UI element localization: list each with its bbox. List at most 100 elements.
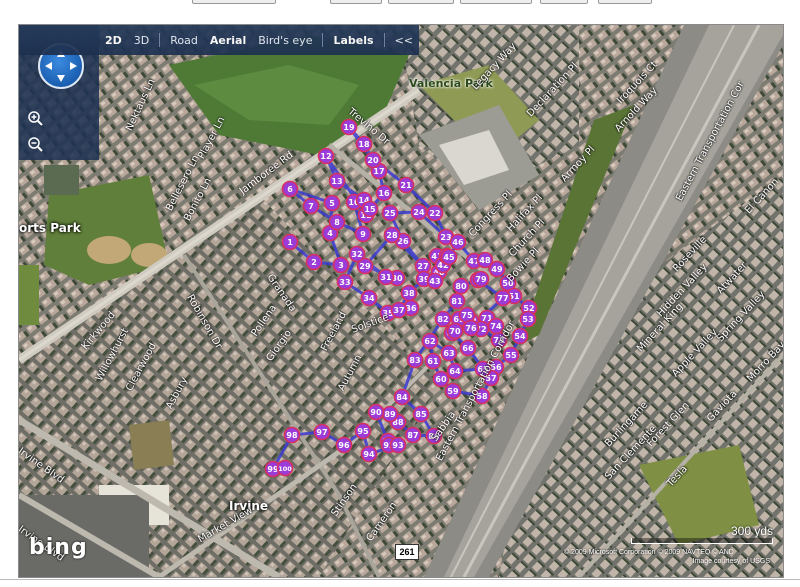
svg-text:33: 33 [339,278,350,287]
route-marker-94[interactable]: 94 [360,445,378,463]
route-marker-22[interactable]: 22 [426,204,444,222]
svg-text:7: 7 [308,202,314,211]
route-marker-20[interactable]: 20 [364,151,382,169]
top-control-2[interactable] [330,0,382,4]
route-marker-7[interactable]: 7 [302,197,320,215]
svg-text:59: 59 [447,387,459,396]
top-control-5[interactable] [540,0,588,4]
route-marker-62[interactable]: 62 [421,332,439,350]
route-marker-24[interactable]: 24 [410,203,428,221]
view-option-3d[interactable]: 3D [128,34,155,47]
route-marker-13[interactable]: 13 [328,172,346,190]
top-control-1[interactable] [192,0,276,4]
route-marker-82[interactable]: 82 [434,310,452,328]
top-control-4[interactable] [460,0,532,4]
view-option-2d[interactable]: 2D [99,34,128,47]
route-marker-21[interactable]: 21 [397,176,415,194]
route-marker-46[interactable]: 46 [449,233,467,251]
route-marker-49[interactable]: 49 [488,260,506,278]
route-marker-70[interactable]: 70 [446,322,464,340]
svg-text:81: 81 [451,297,463,306]
route-marker-31[interactable]: 31 [377,268,395,286]
bing-logo: bing [29,535,88,560]
route-marker-16[interactable]: 16 [375,184,393,202]
svg-text:64: 64 [449,367,461,376]
svg-text:96: 96 [338,441,350,450]
route-marker-85[interactable]: 85 [412,405,430,423]
zoom-in-icon[interactable] [26,109,44,127]
route-marker-28[interactable]: 28 [383,226,401,244]
route-marker-61[interactable]: 61 [424,352,442,370]
svg-text:21: 21 [400,181,412,190]
svg-text:76: 76 [465,324,477,333]
svg-text:18: 18 [358,140,370,149]
svg-text:90: 90 [370,408,382,417]
route-marker-59[interactable]: 59 [444,382,462,400]
route-marker-66[interactable]: 66 [459,339,477,357]
route-marker-43[interactable]: 43 [426,272,444,290]
route-marker-53[interactable]: 53 [519,310,537,328]
svg-text:45: 45 [443,253,455,262]
route-marker-95[interactable]: 95 [354,422,372,440]
view-option-bird-s-eye[interactable]: Bird's eye [252,34,318,47]
route-marker-54[interactable]: 54 [511,327,529,345]
zoom-out-icon[interactable] [26,135,44,153]
route-marker-34[interactable]: 34 [360,289,378,307]
svg-text:74: 74 [490,322,502,331]
route-marker-33[interactable]: 33 [336,273,354,291]
svg-text:20: 20 [367,156,379,165]
route-marker-79[interactable]: 79 [472,270,490,288]
route-marker-18[interactable]: 18 [355,135,373,153]
route-marker-97[interactable]: 97 [313,423,331,441]
route-marker-98[interactable]: 98 [283,426,301,444]
route-marker-63[interactable]: 63 [440,344,458,362]
route-marker-2[interactable]: 2 [305,253,323,271]
route-marker-3[interactable]: 3 [332,256,350,274]
svg-text:79: 79 [475,275,487,284]
route-marker-100[interactable]: 100 [276,459,294,477]
svg-text:87: 87 [407,431,418,440]
route-marker-76[interactable]: 76 [462,319,480,337]
route-marker-60[interactable]: 60 [432,370,450,388]
route-marker-37[interactable]: 37 [390,301,408,319]
view-option-labels[interactable]: Labels [327,34,379,47]
top-control-3[interactable] [388,0,454,4]
route-marker-84[interactable]: 84 [393,388,411,406]
route-marker-1[interactable]: 1 [281,233,299,251]
route-marker-93[interactable]: 93 [389,436,407,454]
route-marker-55[interactable]: 55 [502,346,520,364]
svg-text:60: 60 [435,375,447,384]
route-marker-25[interactable]: 25 [381,204,399,222]
route-marker-9[interactable]: 9 [354,225,372,243]
svg-text:89: 89 [384,410,396,419]
route-marker-8[interactable]: 8 [328,213,346,231]
route-marker-5[interactable]: 5 [323,194,341,212]
route-marker-15[interactable]: 15 [361,200,379,218]
route-marker-38[interactable]: 38 [400,284,418,302]
svg-text:19: 19 [343,123,355,132]
collapse-toolbar-button[interactable]: << [389,34,419,47]
svg-text:34: 34 [363,294,375,303]
svg-text:66: 66 [462,344,474,353]
view-option-road[interactable]: Road [164,34,204,47]
route-marker-77[interactable]: 77 [494,289,512,307]
route-marker-45[interactable]: 45 [440,248,458,266]
svg-text:31: 31 [380,273,392,282]
route-marker-80[interactable]: 80 [452,277,470,295]
route-marker-6[interactable]: 6 [281,180,299,198]
route-marker-89[interactable]: 89 [381,405,399,423]
route-marker-87[interactable]: 87 [404,426,422,444]
route-marker-81[interactable]: 81 [448,292,466,310]
svg-text:12: 12 [320,152,331,161]
map-viewport[interactable]: 1234567891011121314151617181920212223242… [18,24,784,578]
svg-text:43: 43 [429,277,440,286]
route-marker-12[interactable]: 12 [317,147,335,165]
route-marker-96[interactable]: 96 [335,436,353,454]
route-marker-83[interactable]: 83 [406,351,424,369]
route-marker-32[interactable]: 32 [348,245,366,263]
svg-text:98: 98 [286,431,298,440]
top-control-6[interactable] [598,0,652,4]
route-marker-64[interactable]: 64 [446,362,464,380]
view-option-aerial[interactable]: Aerial [204,34,252,47]
route-marker-90[interactable]: 90 [367,403,385,421]
